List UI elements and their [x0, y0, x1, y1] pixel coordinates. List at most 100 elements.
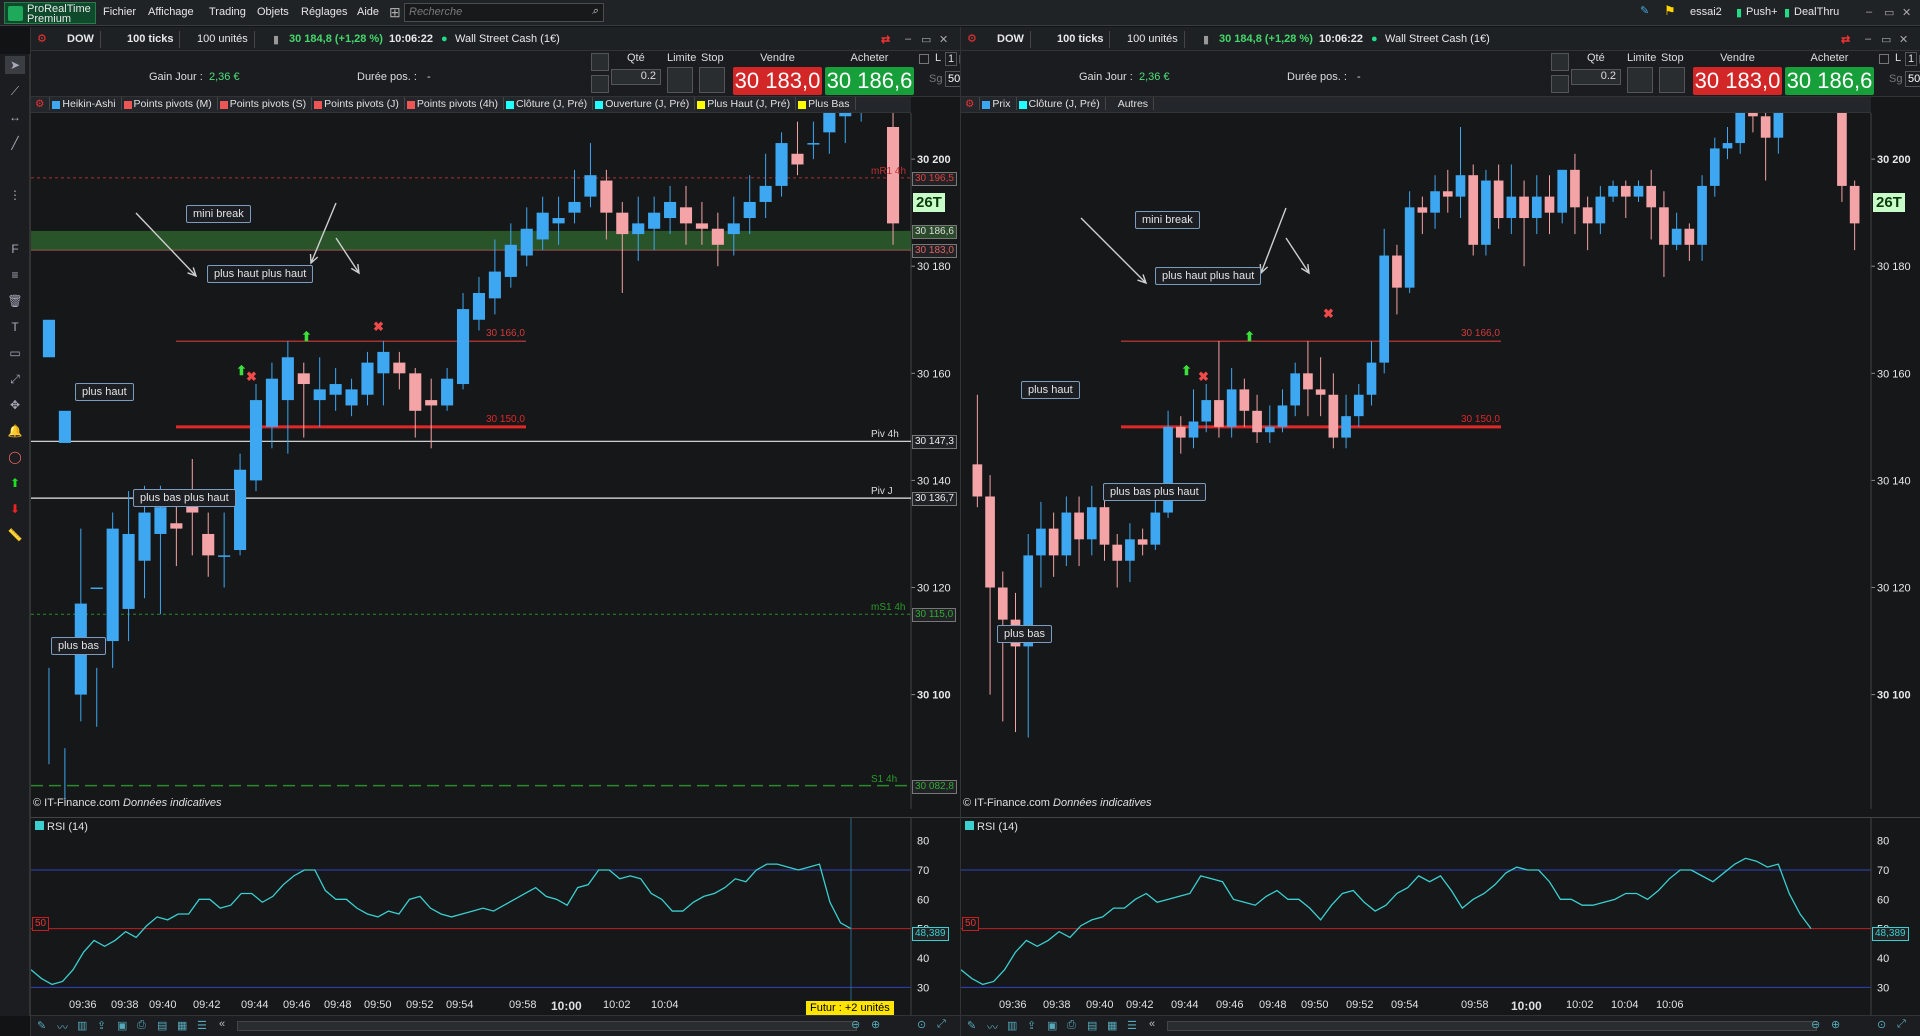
- zoom-fit-icon[interactable]: ⊙: [917, 1018, 926, 1031]
- search-icon[interactable]: ⌕: [592, 5, 598, 18]
- menu-fichier[interactable]: Fichier: [103, 6, 136, 18]
- user-name[interactable]: essai2: [1690, 6, 1722, 18]
- indicators-icon[interactable]: ▤: [157, 1019, 167, 1032]
- pts-input[interactable]: 1: [1905, 52, 1918, 66]
- close-icon[interactable]: ✕: [1902, 6, 1911, 19]
- keypad-icon[interactable]: [591, 75, 609, 93]
- screen-icon[interactable]: ▣: [117, 1019, 127, 1032]
- up-arrow-tool-icon[interactable]: ⬆: [5, 474, 25, 492]
- menu-trading[interactable]: Trading: [209, 6, 246, 18]
- keypad-icon[interactable]: [1551, 75, 1569, 93]
- ellipse-tool-icon[interactable]: ◯: [5, 448, 25, 466]
- list-icon[interactable]: ☰: [197, 1019, 207, 1032]
- down-arrow-tool-icon[interactable]: ⬇: [5, 500, 25, 518]
- line-tool-icon[interactable]: ╱: [5, 134, 25, 152]
- indicator-5[interactable]: Clôture (J, Pré): [504, 97, 594, 110]
- pane-close-icon[interactable]: ✕: [939, 33, 948, 46]
- stop-order-button[interactable]: [1659, 67, 1685, 93]
- link-icon[interactable]: ⇄: [1841, 33, 1850, 46]
- horizontal-scrollbar[interactable]: [237, 1021, 857, 1031]
- alarm-icon[interactable]: 🔔: [5, 422, 25, 440]
- zoom-out-icon[interactable]: ⊖: [851, 1018, 860, 1031]
- annotation-note[interactable]: plus bas plus haut: [133, 489, 236, 507]
- indicator-0[interactable]: Heikin-Ashi: [50, 97, 122, 110]
- volume-icon[interactable]: ▥: [77, 1019, 87, 1032]
- flag-icon[interactable]: ⚑: [1664, 3, 1676, 19]
- calculator-icon[interactable]: [591, 53, 609, 71]
- chart-type-icon[interactable]: 〰: [987, 1019, 998, 1035]
- fibonacci-icon[interactable]: F: [5, 240, 25, 258]
- annotation-note[interactable]: plus haut plus haut: [1155, 267, 1262, 285]
- link-icon[interactable]: ⇄: [881, 33, 890, 46]
- indicator-config-icon[interactable]: ⚙: [961, 97, 981, 110]
- trash-icon[interactable]: 🗑: [5, 292, 25, 310]
- minimize-icon[interactable]: ‒: [1866, 6, 1872, 18]
- L-checkbox[interactable]: [919, 54, 929, 64]
- symbol-dropdown[interactable]: DOW: [993, 31, 1031, 48]
- info-icon[interactable]: ▮: [273, 33, 279, 46]
- indicator-7[interactable]: Plus Haut (J, Pré): [695, 97, 797, 110]
- indicator-2[interactable]: Autres: [1106, 97, 1155, 110]
- menu-objets[interactable]: Objets: [257, 6, 289, 18]
- segment-tool-icon[interactable]: ↔: [5, 108, 25, 126]
- channel-icon[interactable]: ≡: [5, 266, 25, 284]
- draw-icon[interactable]: ✎: [37, 1019, 46, 1032]
- list-icon[interactable]: ☰: [1127, 1019, 1137, 1032]
- move-tool-icon[interactable]: ✥: [5, 396, 25, 414]
- fullscreen-icon[interactable]: ⤢: [1897, 1018, 1906, 1031]
- draw-icon[interactable]: ✎: [967, 1019, 976, 1032]
- sg-input[interactable]: 50: [1905, 71, 1920, 87]
- volume-icon[interactable]: ▥: [1007, 1019, 1017, 1032]
- indicator-4[interactable]: Points pivots (4h): [405, 97, 504, 110]
- annotation-note[interactable]: mini break: [186, 205, 251, 223]
- calculator-icon[interactable]: [1551, 53, 1569, 71]
- L-checkbox[interactable]: [1879, 54, 1889, 64]
- pane-maximize-icon[interactable]: ▭: [921, 33, 931, 46]
- pts-input[interactable]: 1: [945, 52, 958, 66]
- indicators-icon[interactable]: ▤: [1087, 1019, 1097, 1032]
- calendar-icon[interactable]: ▦: [177, 1019, 187, 1032]
- annotation-note[interactable]: mini break: [1135, 211, 1200, 229]
- print-icon[interactable]: ⎙: [137, 1019, 146, 1032]
- indicator-1[interactable]: Clôture (J, Pré): [1017, 97, 1106, 110]
- scroll-left-icon[interactable]: «: [1149, 1018, 1155, 1030]
- ticks-dropdown[interactable]: 100 ticks: [123, 31, 181, 48]
- annotation-note[interactable]: plus bas plus haut: [1103, 483, 1206, 501]
- share-icon[interactable]: ⇪: [97, 1019, 106, 1032]
- trendline-tool-icon[interactable]: ⟋: [5, 82, 25, 100]
- sell-button[interactable]: 30 183,0: [733, 67, 822, 95]
- menu-aide[interactable]: Aide: [357, 6, 379, 18]
- symbol-dropdown[interactable]: DOW: [63, 31, 101, 48]
- annotation-note[interactable]: plus haut plus haut: [207, 265, 314, 283]
- units-dropdown[interactable]: 100 unités: [1123, 31, 1185, 48]
- pane-close-icon[interactable]: ✕: [1899, 33, 1908, 46]
- annotation-note[interactable]: plus haut: [1021, 381, 1080, 399]
- menu-reglages[interactable]: Réglages: [301, 6, 347, 18]
- limit-order-button[interactable]: [1627, 67, 1653, 93]
- indicator-6[interactable]: Ouverture (J, Pré): [593, 97, 696, 110]
- indicator-1[interactable]: Points pivots (M): [122, 97, 218, 110]
- ticks-dropdown[interactable]: 100 ticks: [1053, 31, 1111, 48]
- text-tool-icon[interactable]: T: [5, 318, 25, 336]
- zoom-fit-icon[interactable]: ⊙: [1877, 1018, 1886, 1031]
- print-icon[interactable]: ⎙: [1067, 1019, 1076, 1032]
- menu-affichage[interactable]: Affichage: [148, 6, 194, 18]
- qty-input[interactable]: 0.2: [1571, 69, 1621, 85]
- horizontal-scrollbar[interactable]: [1167, 1021, 1817, 1031]
- scroll-left-icon[interactable]: «: [219, 1018, 225, 1030]
- annotation-note[interactable]: plus haut: [75, 383, 134, 401]
- cursor-tool-icon[interactable]: ➤: [5, 56, 25, 74]
- stop-order-button[interactable]: [699, 67, 725, 93]
- maximize-icon[interactable]: ▭: [1884, 6, 1894, 19]
- screen-icon[interactable]: ▣: [1047, 1019, 1057, 1032]
- calendar-icon[interactable]: ▦: [1107, 1019, 1117, 1032]
- buy-button[interactable]: 30 186,6: [825, 67, 914, 95]
- indicator-config-icon[interactable]: ⚙: [31, 97, 51, 110]
- pen-icon[interactable]: ✎: [1640, 4, 1649, 17]
- ruler-icon[interactable]: 📏: [5, 526, 25, 544]
- annotation-note[interactable]: plus bas: [51, 637, 106, 655]
- qty-input[interactable]: 0.2: [611, 69, 661, 85]
- chart-config-icon[interactable]: ⚙: [37, 32, 47, 45]
- annotation-note[interactable]: plus bas: [997, 625, 1052, 643]
- grid-icon[interactable]: ⊞: [389, 4, 401, 21]
